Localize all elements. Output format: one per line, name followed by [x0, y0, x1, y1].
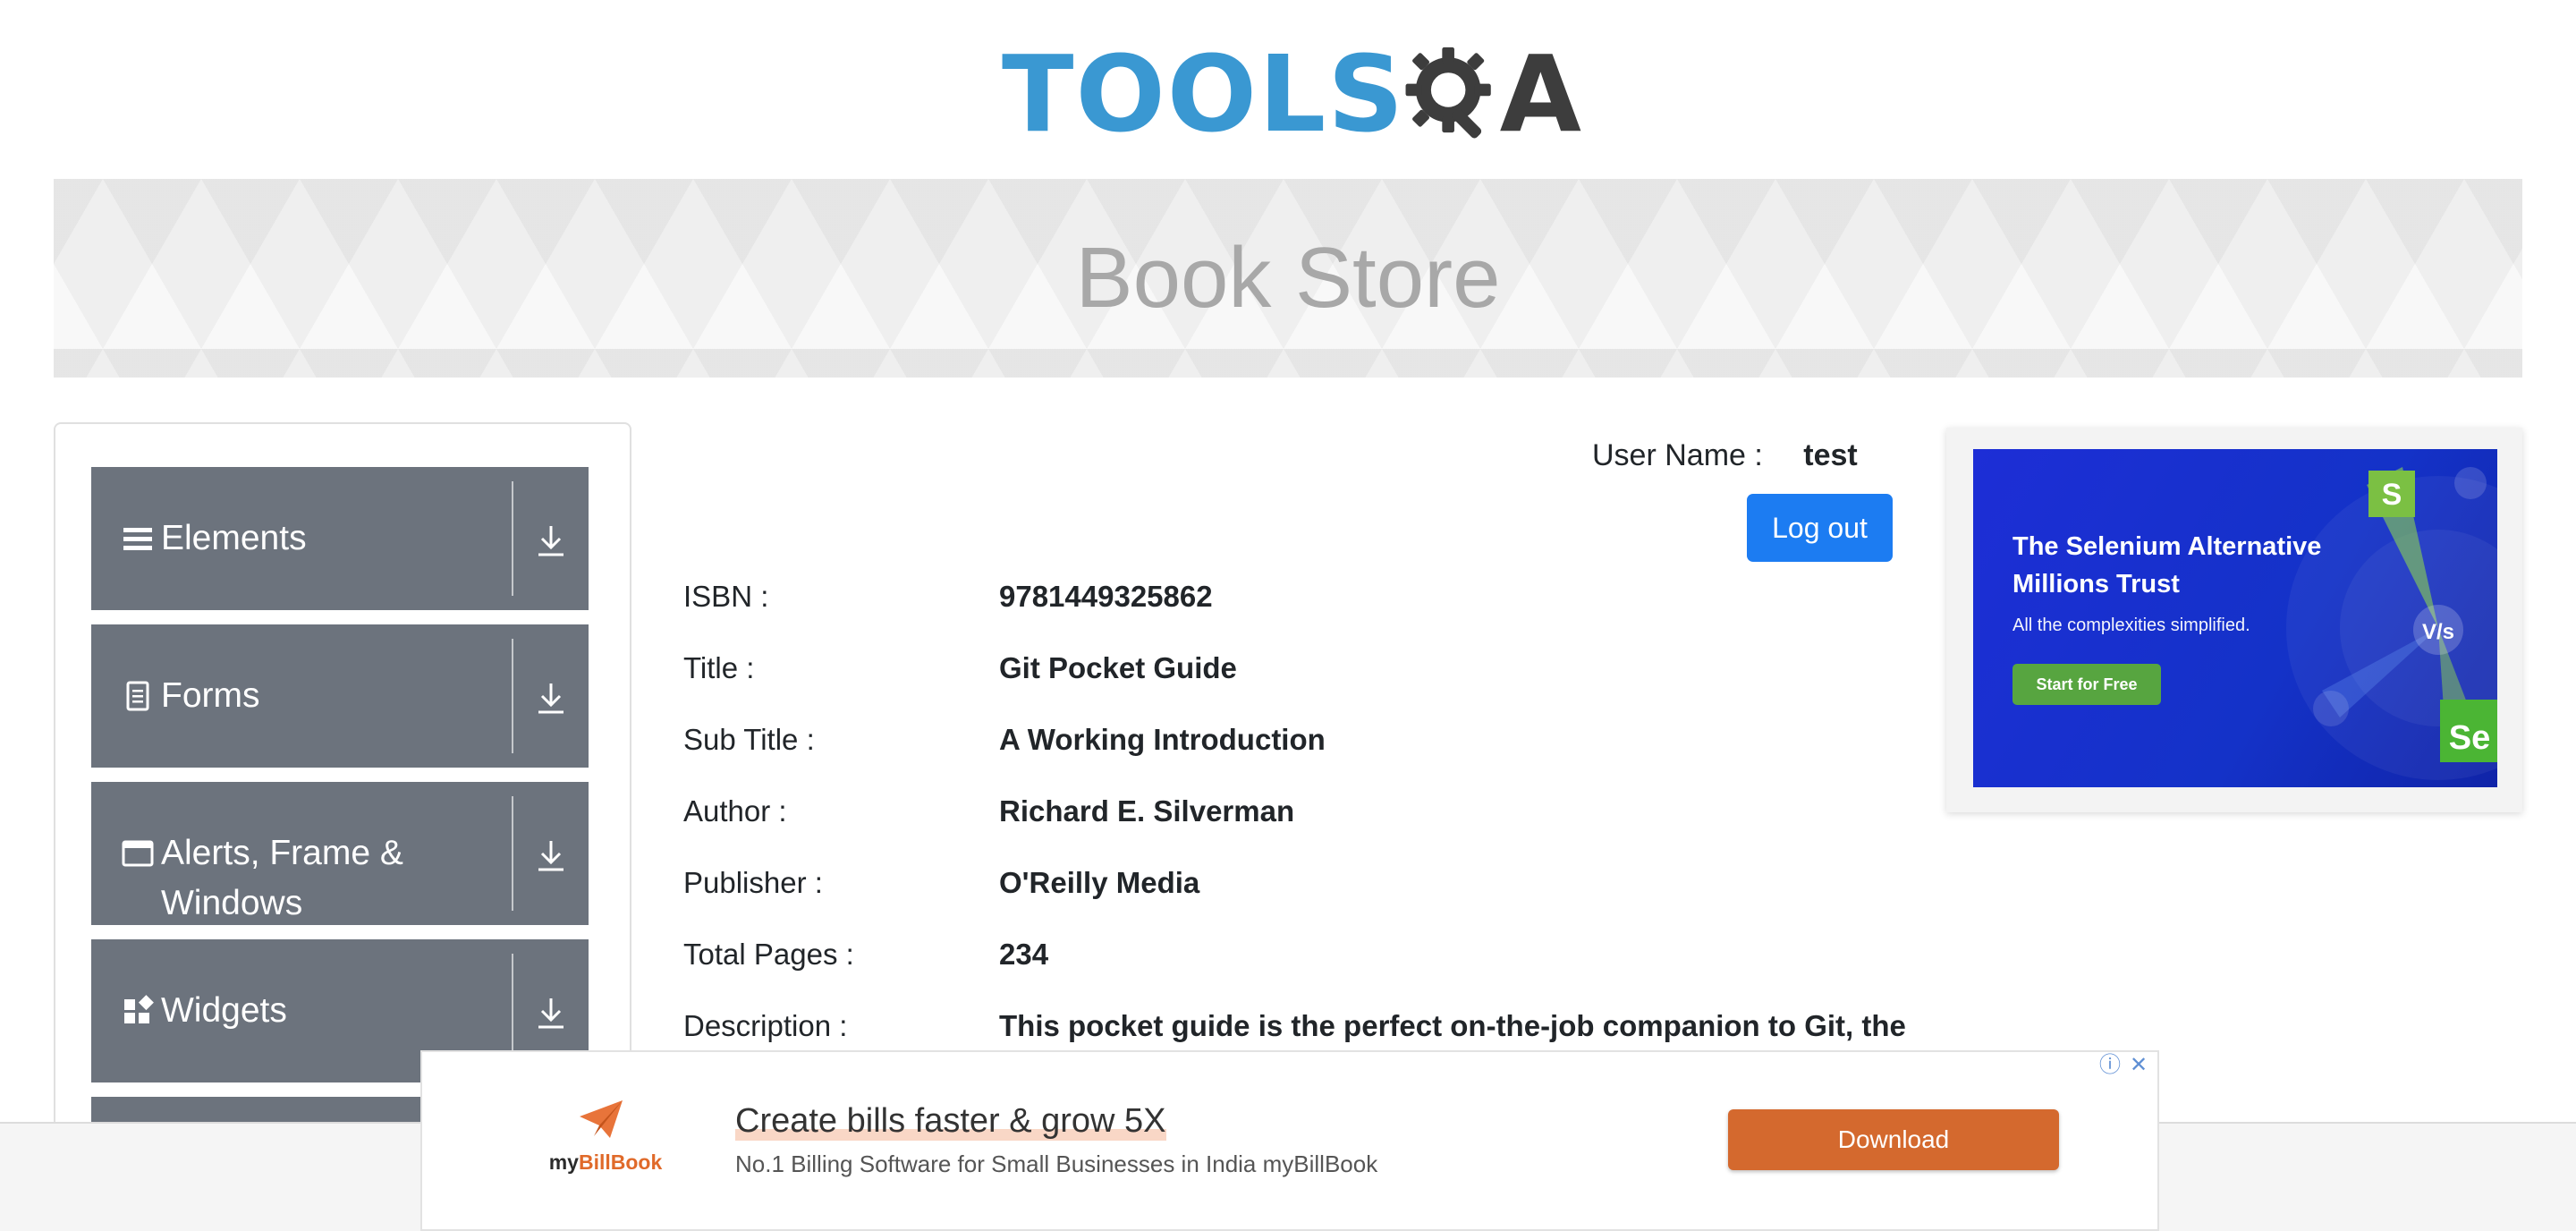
widgets-icon	[124, 995, 154, 1023]
download-icon[interactable]	[535, 522, 567, 558]
logo-a-text: A	[1499, 32, 1583, 156]
nav-divider	[512, 481, 513, 596]
brand-name: myBillBook	[538, 1150, 673, 1175]
field-value: O'Reilly Media	[999, 866, 1200, 899]
nav-group-alerts-frame-windows[interactable]: Alerts, Frame & Windows	[91, 782, 589, 925]
nav-group-label: Forms	[161, 676, 260, 715]
side-advertisement[interactable]: S V/s Se The Selenium Alternative Millio…	[1946, 428, 2522, 812]
field-value: Richard E. Silverman	[999, 794, 1295, 828]
left-nav-panel: Elements Forms Alerts, Frame & Windows W…	[54, 422, 631, 1159]
bottom-ad-headline: Create bills faster & grow 5X	[735, 1102, 1166, 1141]
field-value: This pocket guide is the perfect on-the-…	[999, 1009, 1906, 1042]
user-name-value: test	[1803, 438, 1858, 472]
gear-magnifier-icon	[1405, 47, 1492, 139]
list-icon	[123, 528, 152, 550]
field-label: ISBN :	[683, 580, 769, 613]
window-icon	[122, 840, 154, 867]
field-label: Total Pages :	[683, 938, 854, 971]
toolsqa-logo[interactable]: TOOLS A	[1002, 27, 1583, 161]
field-label: Description :	[683, 1009, 848, 1042]
mybillbook-logo: myBillBook	[538, 1100, 673, 1183]
ad-close-icon[interactable]: ✕	[2125, 1052, 2152, 1079]
download-icon[interactable]	[535, 837, 567, 873]
field-value: 9781449325862	[999, 580, 1213, 613]
nav-group-label: Elements	[161, 519, 307, 557]
side-ad-creative[interactable]: S V/s Se The Selenium Alternative Millio…	[1973, 449, 2497, 787]
page-title: Book Store	[1075, 230, 1501, 326]
document-icon	[126, 681, 149, 711]
user-info: User Name : test	[1592, 438, 1858, 473]
download-icon[interactable]	[535, 680, 567, 716]
start-for-free-button[interactable]: Start for Free	[2012, 664, 2161, 705]
brand-accent: BillBook	[578, 1150, 663, 1174]
nav-divider	[512, 639, 513, 753]
download-button[interactable]: Download	[1728, 1109, 2059, 1170]
badge-s-text: S	[2382, 478, 2402, 512]
bottom-advertisement[interactable]: myBillBook Create bills faster & grow 5X…	[420, 1050, 2159, 1231]
field-value: Git Pocket Guide	[999, 651, 1237, 684]
nav-group-label: Widgets	[161, 991, 287, 1030]
ad-info-icon[interactable]: ⓘ	[2097, 1052, 2123, 1079]
selenium-alternative-graphic: S V/s Se	[2286, 467, 2497, 780]
field-label: Title :	[683, 651, 755, 684]
logo-tools-text: TOOLS	[1002, 32, 1406, 156]
badge-se-text: Se	[2449, 719, 2490, 757]
field-label: Publisher :	[683, 866, 823, 899]
nav-divider	[512, 796, 513, 911]
paper-plane-icon	[580, 1100, 623, 1138]
side-ad-headline: The Selenium Alternative Millions Trust	[2012, 532, 2322, 599]
nav-group-label: Alerts, Frame & Windows	[161, 834, 403, 922]
nav-group-forms[interactable]: Forms	[91, 624, 589, 768]
logout-button[interactable]: Log out	[1747, 494, 1893, 562]
page-banner: Book Store	[54, 179, 2522, 378]
brand-prefix: my	[548, 1150, 579, 1174]
user-name-label: User Name :	[1592, 438, 1763, 472]
badge-vs-text: V/s	[2422, 620, 2454, 644]
field-value: 234	[999, 938, 1049, 971]
download-icon[interactable]	[535, 995, 567, 1031]
nav-group-elements[interactable]: Elements	[91, 467, 589, 610]
field-label: Author :	[683, 794, 787, 828]
field-label: Sub Title :	[683, 723, 815, 756]
field-value: A Working Introduction	[999, 723, 1326, 756]
bottom-ad-description: No.1 Billing Software for Small Business…	[735, 1150, 1378, 1177]
side-ad-subtext: All the complexities simplified.	[2012, 616, 2250, 635]
